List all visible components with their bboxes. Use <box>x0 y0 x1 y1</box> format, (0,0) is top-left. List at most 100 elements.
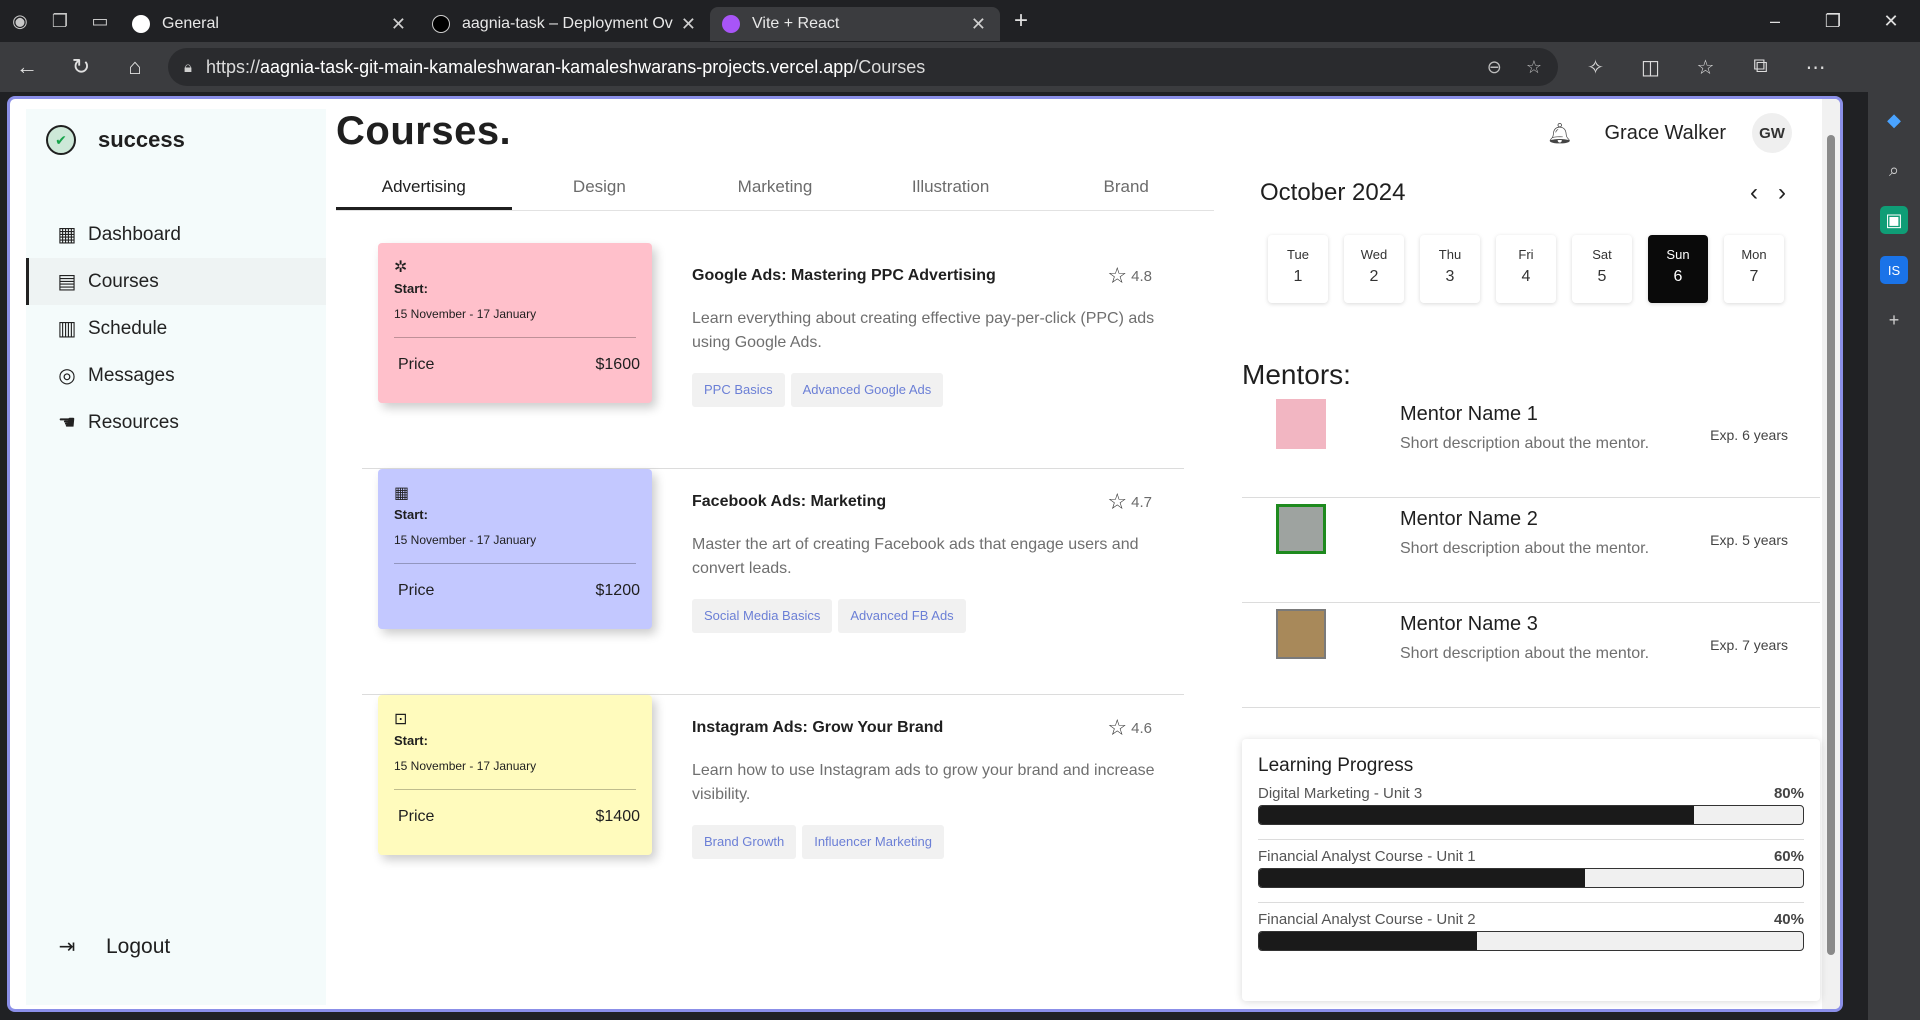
dashboard-icon: ▦ <box>57 224 77 246</box>
logout-button[interactable]: ⇥ Logout <box>54 934 171 959</box>
scrollbar-thumb[interactable] <box>1827 135 1835 955</box>
day-number: 4 <box>1521 268 1531 285</box>
course-card: ⊡ Start: 15 November - 17 January Price $… <box>378 695 652 855</box>
mentor-item[interactable]: Mentor Name 1 Short description about th… <box>1242 393 1820 498</box>
course-dates: 15 November - 17 January <box>394 533 537 547</box>
restore-icon[interactable]: ❐ <box>1804 11 1862 32</box>
favorites-icon[interactable]: ☆ <box>1678 55 1733 80</box>
calendar-day[interactable]: Sat 5 <box>1572 235 1632 303</box>
course-logo-icon: ⊡ <box>394 711 408 728</box>
back-icon[interactable]: ← <box>0 54 54 80</box>
home-icon[interactable]: ⌂ <box>108 54 162 80</box>
add-icon[interactable]: + <box>1880 306 1908 334</box>
zoom-icon[interactable]: ⊖ <box>1487 57 1502 78</box>
sidebar-item-schedule[interactable]: ▥ Schedule <box>26 305 326 352</box>
course-card: ✲ Start: 15 November - 17 January Price $… <box>378 243 652 403</box>
app-icon-blue[interactable]: IS <box>1880 256 1908 284</box>
course-item[interactable]: ▦ Start: 15 November - 17 January Price $… <box>362 469 1184 695</box>
avatar[interactable]: GW <box>1752 113 1792 153</box>
course-tags: PPC Basics Advanced Google Ads <box>692 373 1152 407</box>
bell-icon[interactable]: 🔔︎ <box>1547 121 1572 146</box>
url-input[interactable]: 🔒︎ https://aagnia-task-git-main-kamalesh… <box>168 48 1558 86</box>
page-viewport: ✔ success ▦ Dashboard ▤ Courses ▥ Schedu… <box>7 96 1843 1012</box>
chevron-right-icon[interactable]: › <box>1778 179 1786 207</box>
close-icon[interactable]: ✕ <box>681 14 696 35</box>
sidebar-item-courses[interactable]: ▤ Courses <box>26 258 326 305</box>
tag[interactable]: Brand Growth <box>692 825 797 859</box>
course-item[interactable]: ✲ Start: 15 November - 17 January Price $… <box>362 243 1184 469</box>
more-icon[interactable]: ⋯ <box>1788 55 1843 80</box>
course-description: Learn everything about creating effectiv… <box>692 310 1155 351</box>
calendar-day[interactable]: Tue 1 <box>1268 235 1328 303</box>
browser-tab-general[interactable]: General ✕ <box>120 7 420 41</box>
collections-toolbar-icon[interactable]: ⧉ <box>1733 55 1788 80</box>
calendar-icon: ▥ <box>57 318 77 340</box>
tag[interactable]: Influencer Marketing <box>802 825 944 859</box>
mentor-photo <box>1276 504 1326 554</box>
course-title[interactable]: Facebook Ads: Marketing <box>692 493 886 511</box>
day-name: Mon <box>1741 247 1767 262</box>
sidebar-item-label: Schedule <box>88 317 168 339</box>
course-title[interactable]: Instagram Ads: Grow Your Brand <box>692 719 943 737</box>
tab-advertising[interactable]: Advertising <box>336 169 512 210</box>
page-title: Courses. <box>336 109 512 153</box>
copilot-icon[interactable]: ◆ <box>1880 106 1908 134</box>
tag[interactable]: PPC Basics <box>692 373 785 407</box>
mentor-photo <box>1276 399 1326 449</box>
course-start-label: Start: <box>394 733 428 748</box>
mentor-description: Short description about the mentor. <box>1400 540 1650 557</box>
mentor-experience: Exp. 7 years <box>1710 637 1788 653</box>
refresh-icon[interactable]: ↻ <box>54 54 108 80</box>
tab-marketing[interactable]: Marketing <box>687 169 863 210</box>
mentor-item[interactable]: Mentor Name 2 Short description about th… <box>1242 498 1820 603</box>
tag[interactable]: Social Media Basics <box>692 599 833 633</box>
tab-illustration[interactable]: Illustration <box>863 169 1039 210</box>
tag[interactable]: Advanced FB Ads <box>838 599 966 633</box>
calendar-day[interactable]: Thu 3 <box>1420 235 1480 303</box>
extensions-icon[interactable]: ✧ <box>1568 55 1623 80</box>
progress-item: Financial Analyst Course - Unit 1 60% <box>1258 848 1804 903</box>
close-icon[interactable]: ✕ <box>391 14 406 35</box>
calendar-day[interactable]: Fri 4 <box>1496 235 1556 303</box>
close-icon[interactable]: ✕ <box>971 14 986 35</box>
tab-actions-icon[interactable]: ▭ <box>80 0 120 42</box>
day-name: Tue <box>1287 247 1309 262</box>
progress-percent: 60% <box>1773 848 1804 865</box>
tab-brand[interactable]: Brand <box>1038 169 1214 210</box>
progress-label: Digital Marketing - Unit 3 <box>1258 785 1423 802</box>
day-name: Fri <box>1518 247 1534 262</box>
course-tabs: Advertising Design Marketing Illustratio… <box>336 169 1214 211</box>
tab-design[interactable]: Design <box>512 169 688 210</box>
tag[interactable]: Advanced Google Ads <box>790 373 944 407</box>
rating-value: 4.6 <box>1131 719 1152 737</box>
browser-tab-vite[interactable]: Vite + React ✕ <box>710 7 1000 41</box>
sidebar-item-messages[interactable]: ◎ Messages <box>26 352 326 399</box>
course-item[interactable]: ⊡ Start: 15 November - 17 January Price $… <box>362 695 1184 921</box>
calendar-day[interactable]: Mon 7 <box>1724 235 1784 303</box>
course-rating: ☆ 4.8 <box>1107 263 1152 289</box>
split-screen-icon[interactable]: ◫ <box>1623 55 1678 80</box>
brand: ✔ success <box>26 109 326 171</box>
browser-tab-vercel[interactable]: aagnia-task – Deployment Overvi ✕ <box>420 7 710 41</box>
profile-icon[interactable]: ◉ <box>0 0 40 42</box>
course-title[interactable]: Google Ads: Mastering PPC Advertising <box>692 267 996 285</box>
favorite-star-icon[interactable]: ☆ <box>1526 57 1542 78</box>
sidebar-item-resources[interactable]: ☚ Resources <box>26 399 326 446</box>
course-tags: Brand Growth Influencer Marketing <box>692 825 1152 859</box>
new-tab-icon[interactable]: + <box>1014 7 1028 35</box>
minimize-icon[interactable]: – <box>1746 11 1804 32</box>
mentor-item[interactable]: Mentor Name 3 Short description about th… <box>1242 603 1820 708</box>
close-window-icon[interactable]: ✕ <box>1862 11 1920 32</box>
day-name: Wed <box>1360 247 1388 262</box>
progress-bar <box>1258 931 1804 951</box>
scrollbar[interactable] <box>1822 99 1840 1009</box>
app-icon-green[interactable]: ▣ <box>1880 206 1908 234</box>
calendar-day-selected[interactable]: Sun 6 <box>1648 235 1708 303</box>
price-value: $1200 <box>595 582 641 599</box>
calendar-day[interactable]: Wed 2 <box>1344 235 1404 303</box>
search-icon[interactable]: ⌕ <box>1880 156 1908 184</box>
sidebar-item-label: Courses <box>88 270 159 292</box>
sidebar-item-dashboard[interactable]: ▦ Dashboard <box>26 211 326 258</box>
collections-icon[interactable]: ❐ <box>40 0 80 42</box>
chevron-left-icon[interactable]: ‹ <box>1750 179 1758 207</box>
